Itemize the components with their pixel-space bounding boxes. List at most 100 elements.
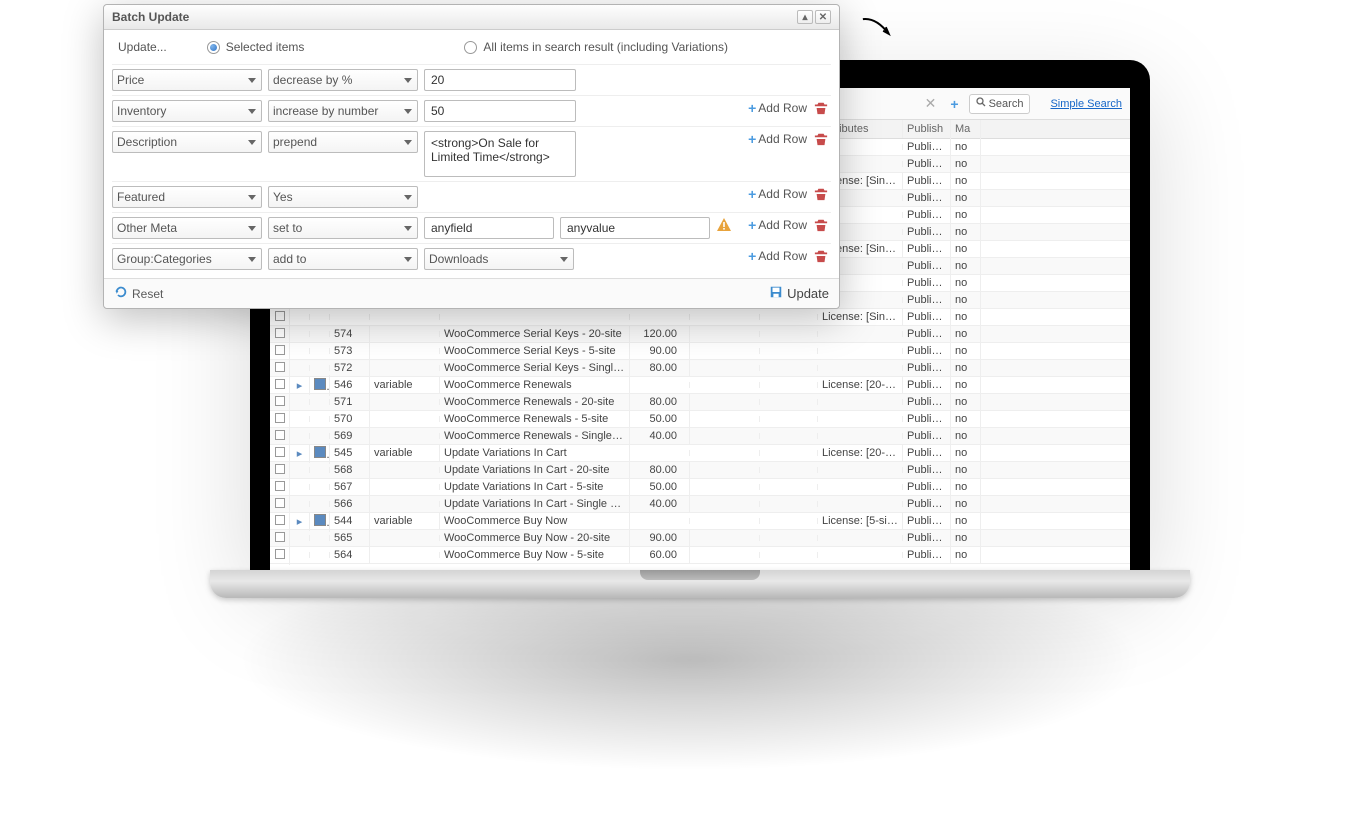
header-m[interactable]: Ma — [951, 120, 981, 138]
table-row[interactable]: 568Update Variations In Cart - 20-site80… — [270, 462, 1130, 479]
operation-select[interactable]: prepend — [268, 131, 418, 153]
table-row[interactable]: 567Update Variations In Cart - 5-site50.… — [270, 479, 1130, 496]
field-select[interactable]: Inventory — [112, 100, 262, 122]
value-input[interactable] — [424, 69, 576, 91]
cell-publish: Published — [903, 291, 951, 309]
operation-select[interactable]: Yes — [268, 186, 418, 208]
cell-publish: Published — [903, 376, 951, 394]
row-checkbox[interactable] — [275, 549, 285, 559]
add-row-button[interactable]: +Add Row — [748, 131, 807, 147]
row-checkbox[interactable] — [275, 362, 285, 372]
cell-id: 545 — [330, 444, 370, 462]
plus-icon: + — [748, 131, 756, 147]
row-checkbox[interactable] — [275, 396, 285, 406]
table-row[interactable]: 571WooCommerce Renewals - 20-site80.00Pu… — [270, 394, 1130, 411]
table-row[interactable]: ▸545variableUpdate Variations In CartLic… — [270, 445, 1130, 462]
plus-icon: + — [748, 217, 756, 233]
radio-all-items[interactable]: All items in search result (including Va… — [464, 40, 728, 54]
row-checkbox[interactable] — [275, 430, 285, 440]
operation-select[interactable]: increase by number — [268, 100, 418, 122]
expand-icon[interactable]: ▸ — [297, 448, 303, 460]
cell-sku — [690, 518, 760, 524]
collapse-icon[interactable]: ▴ — [797, 10, 813, 24]
table-row[interactable]: ▸544variableWooCommerce Buy NowLicense: … — [270, 513, 1130, 530]
close-icon[interactable]: ✕ — [815, 10, 831, 24]
row-checkbox[interactable] — [275, 532, 285, 542]
table-row[interactable]: 565WooCommerce Buy Now - 20-site90.00Pub… — [270, 530, 1130, 547]
plus-icon: + — [748, 186, 756, 202]
cell-m: no — [951, 274, 981, 292]
table-row[interactable]: 574WooCommerce Serial Keys - 20-site120.… — [270, 326, 1130, 343]
delete-icon[interactable] — [813, 100, 829, 116]
cell-publish: Published — [903, 138, 951, 156]
table-row[interactable]: 569WooCommerce Renewals - Single site40.… — [270, 428, 1130, 445]
delete-icon[interactable] — [813, 131, 829, 147]
row-checkbox[interactable] — [275, 328, 285, 338]
delete-icon[interactable] — [813, 217, 829, 233]
add-row-button[interactable]: +Add Row — [748, 248, 807, 264]
table-row[interactable]: License: [Single site,Publishedno — [270, 309, 1130, 326]
row-checkbox[interactable] — [275, 413, 285, 423]
value-textarea[interactable] — [424, 131, 576, 177]
value-select[interactable]: Downloads — [424, 248, 574, 270]
dialog-titlebar[interactable]: Batch Update ▴ ✕ — [104, 5, 839, 30]
cell-id: 565 — [330, 529, 370, 547]
add-row-button[interactable]: +Add Row — [748, 100, 807, 116]
header-publish[interactable]: Publish — [903, 120, 951, 138]
cell-type — [370, 348, 440, 354]
cell-m: no — [951, 138, 981, 156]
plus-icon: + — [748, 248, 756, 264]
row-checkbox[interactable] — [275, 311, 285, 321]
operation-select[interactable]: set to — [268, 217, 418, 239]
clear-icon[interactable]: ✕ — [921, 95, 941, 112]
row-checkbox[interactable] — [275, 515, 285, 525]
operation-select[interactable]: add to — [268, 248, 418, 270]
cell-type — [370, 467, 440, 473]
cell-sku — [690, 365, 760, 371]
table-row[interactable]: 566Update Variations In Cart - Single si… — [270, 496, 1130, 513]
simple-search-link[interactable]: Simple Search — [1050, 98, 1122, 110]
cell-categories — [760, 501, 818, 507]
table-row[interactable]: 573WooCommerce Serial Keys - 5-site90.00… — [270, 343, 1130, 360]
field-select[interactable]: Other Meta — [112, 217, 262, 239]
radio-selected-items[interactable]: Selected items — [207, 40, 305, 54]
update-button[interactable]: Update — [769, 285, 829, 302]
field-select[interactable]: Featured — [112, 186, 262, 208]
field-select[interactable]: Group:Categories — [112, 248, 262, 270]
cell-attributes — [818, 416, 903, 422]
cell-id: 544 — [330, 512, 370, 530]
thumbnail-icon — [314, 514, 326, 526]
cell-m: no — [951, 427, 981, 445]
row-checkbox[interactable] — [275, 345, 285, 355]
reset-button[interactable]: Reset — [114, 285, 163, 302]
operation-select[interactable]: decrease by % — [268, 69, 418, 91]
row-checkbox[interactable] — [275, 464, 285, 474]
field-select[interactable]: Price — [112, 69, 262, 91]
row-checkbox[interactable] — [275, 447, 285, 457]
add-icon[interactable]: + — [946, 96, 962, 112]
row-checkbox[interactable] — [275, 379, 285, 389]
expand-icon[interactable]: ▸ — [297, 380, 303, 392]
expand-icon[interactable]: ▸ — [297, 516, 303, 528]
add-row-button[interactable]: +Add Row — [748, 186, 807, 202]
table-row[interactable]: 570WooCommerce Renewals - 5-site50.00Pub… — [270, 411, 1130, 428]
cell-publish: Published — [903, 529, 951, 547]
meta-value-input[interactable] — [560, 217, 710, 239]
add-row-button[interactable]: +Add Row — [748, 217, 807, 233]
search-button[interactable]: Search — [969, 94, 1031, 114]
delete-icon[interactable] — [813, 248, 829, 264]
cell-sku — [690, 535, 760, 541]
table-row[interactable]: 572WooCommerce Serial Keys - Single site… — [270, 360, 1130, 377]
meta-key-input[interactable] — [424, 217, 554, 239]
row-checkbox[interactable] — [275, 498, 285, 508]
cell-m: no — [951, 512, 981, 530]
cell-publish: Published — [903, 325, 951, 343]
table-row[interactable]: 564WooCommerce Buy Now - 5-site60.00Publ… — [270, 547, 1130, 564]
value-input[interactable] — [424, 100, 576, 122]
row-checkbox[interactable] — [275, 481, 285, 491]
cell-name: Update Variations In Cart - 20-site — [440, 461, 630, 479]
cell-type — [370, 501, 440, 507]
field-select[interactable]: Description — [112, 131, 262, 153]
table-row[interactable]: ▸546variableWooCommerce RenewalsLicense:… — [270, 377, 1130, 394]
delete-icon[interactable] — [813, 186, 829, 202]
